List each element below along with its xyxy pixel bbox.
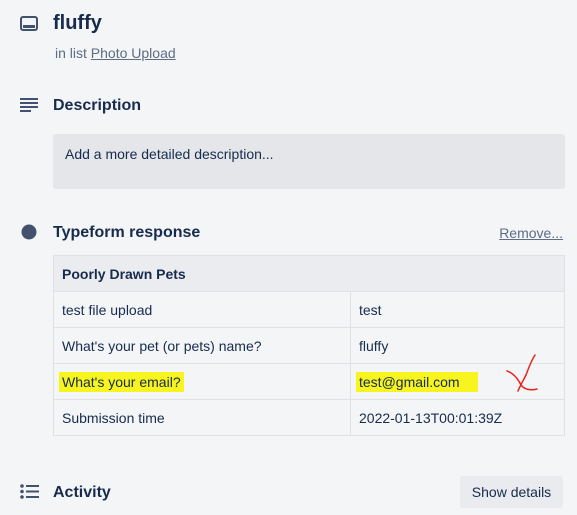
- activity-list-icon: [20, 484, 39, 499]
- show-details-button[interactable]: Show details: [460, 476, 563, 508]
- form-title: Poorly Drawn Pets: [53, 255, 565, 292]
- list-link[interactable]: Photo Upload: [91, 45, 176, 61]
- answer-cell: 2022-01-13T00:01:39Z: [350, 399, 565, 436]
- description-heading: Description: [53, 97, 142, 114]
- highlighted-question: What's your email?: [59, 371, 184, 392]
- remove-link[interactable]: Remove...: [499, 225, 563, 241]
- typeform-table: Poorly Drawn Pets test file upload test …: [53, 255, 565, 436]
- table-row: Submission time 2022-01-13T00:01:39Z: [53, 399, 565, 436]
- card-title[interactable]: fluffy: [53, 12, 102, 35]
- activity-heading: Activity: [53, 484, 111, 501]
- question-cell: What's your email?: [53, 363, 351, 400]
- x-mark-annotation: [503, 353, 543, 393]
- description-lines-icon: [20, 98, 38, 112]
- table-row: test file upload test: [53, 291, 565, 328]
- table-row: What's your pet (or pets) name? fluffy: [53, 327, 565, 364]
- question-cell: test file upload: [53, 291, 351, 328]
- question-cell: Submission time: [53, 399, 351, 436]
- table-header-row: Poorly Drawn Pets: [53, 255, 565, 292]
- typeform-dot-icon: [21, 224, 37, 240]
- table-row: What's your email? test@gmail.com: [53, 363, 565, 400]
- highlighted-answer: test@gmail.com: [356, 371, 478, 392]
- card-icon: [20, 16, 38, 32]
- question-cell: What's your pet (or pets) name?: [53, 327, 351, 364]
- in-list-text: in list Photo Upload: [55, 45, 176, 61]
- answer-cell: test: [350, 291, 565, 328]
- description-input[interactable]: Add a more detailed description...: [53, 134, 565, 189]
- typeform-heading: Typeform response: [53, 224, 201, 241]
